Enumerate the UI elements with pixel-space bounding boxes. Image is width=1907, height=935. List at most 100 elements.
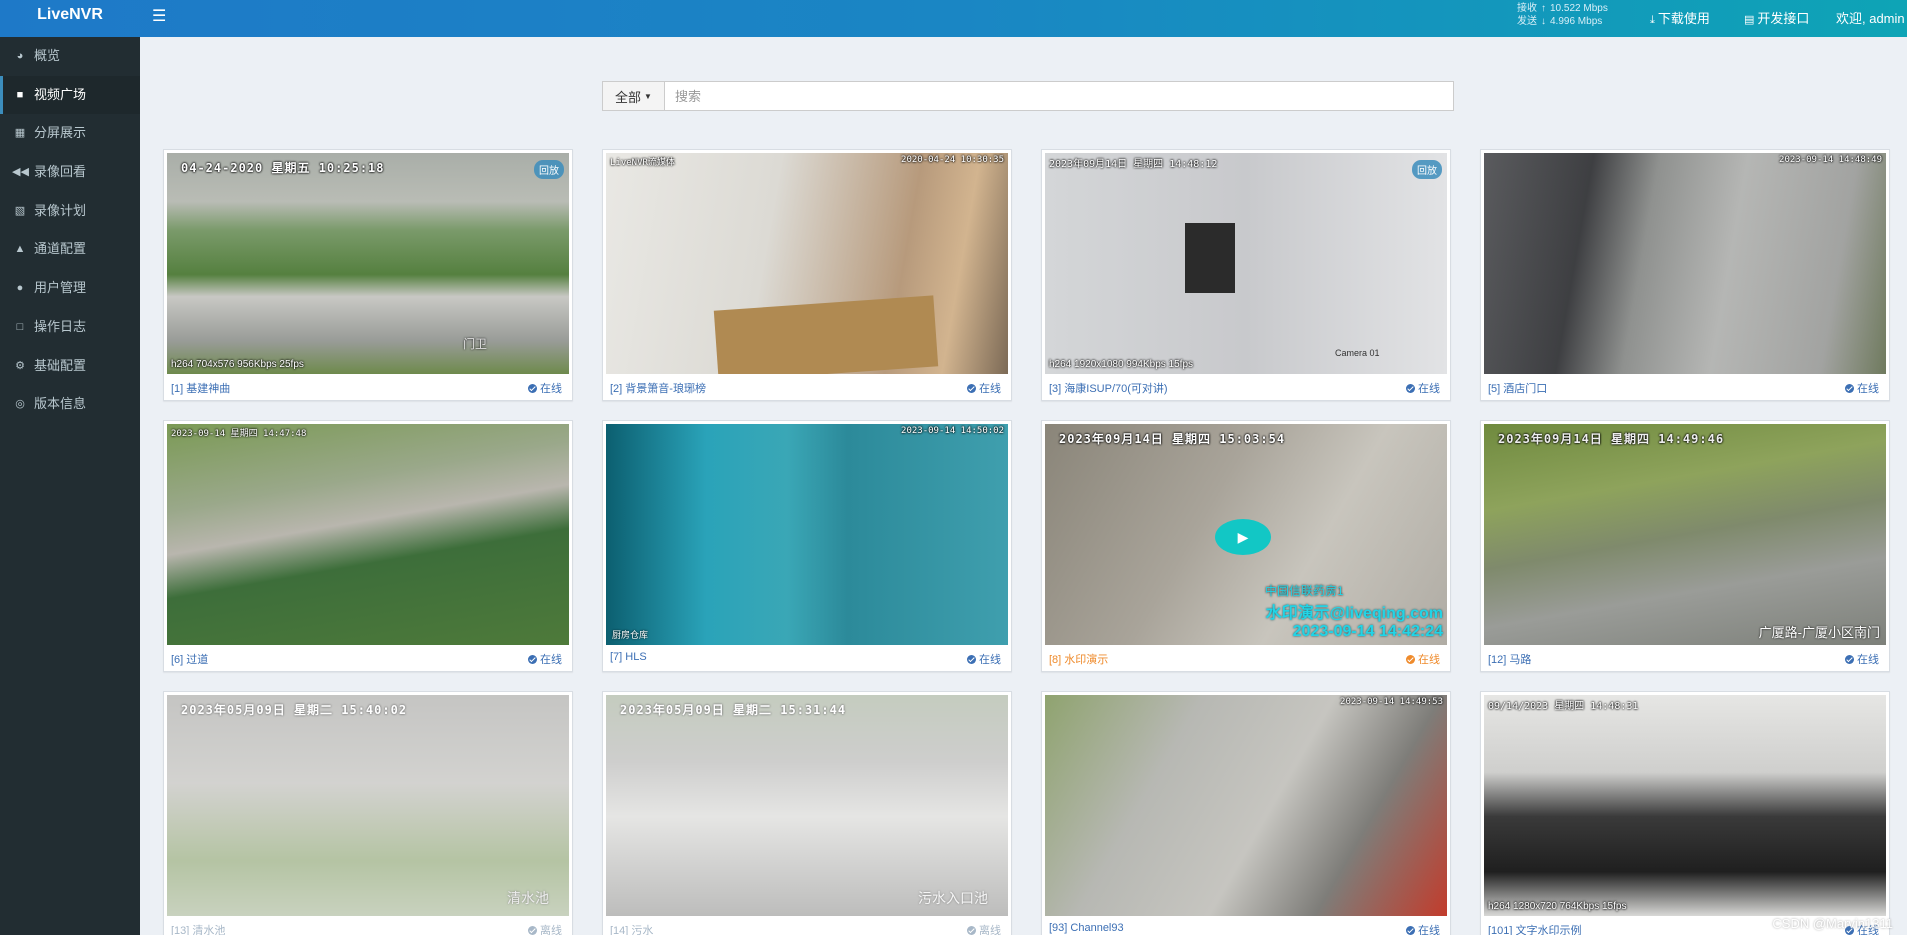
grid-icon: ▦ bbox=[14, 127, 26, 140]
filter-dropdown[interactable]: 全部 ▼ bbox=[602, 81, 665, 111]
channel-snapshot[interactable]: 2023-09-14 14:50:02 厨房仓库 bbox=[606, 424, 1008, 645]
caret-down-icon: ▼ bbox=[644, 91, 652, 101]
status-label: 在线 bbox=[540, 383, 562, 395]
channel-name[interactable]: [12] 马路 bbox=[1488, 651, 1531, 667]
sidebar-item-basic-config[interactable]: ⚙ 基础配置 bbox=[0, 347, 140, 386]
sidebar-item-user-management[interactable]: ● 用户管理 bbox=[0, 269, 140, 308]
watermark-line: 水印演示@liveqing.com bbox=[1265, 605, 1443, 622]
osd-timestamp: 2023年05月09日 星期二 15:40:02 bbox=[181, 703, 408, 717]
search-input[interactable] bbox=[665, 81, 1454, 111]
osd-timestamp: 2023-09-14 14:49:53 bbox=[1340, 697, 1443, 707]
osd-label: LiveNVR流媒体 bbox=[610, 158, 675, 168]
channel-card[interactable]: 04-24-2020 星期五 10:25:18 回放 门卫 h264 704x5… bbox=[163, 149, 573, 401]
channel-snapshot[interactable]: 04-24-2020 星期五 10:25:18 回放 门卫 h264 704x5… bbox=[167, 153, 569, 374]
playback-badge[interactable]: 回放 bbox=[1412, 160, 1442, 179]
play-icon[interactable]: ▶ bbox=[1215, 519, 1271, 555]
status-online: 在线 bbox=[1406, 922, 1440, 935]
document-icon: □ bbox=[16, 320, 24, 333]
channel-card[interactable]: 09/14/2023 星期四 14:48:31 h264 1280x720 76… bbox=[1480, 691, 1890, 935]
channel-card[interactable]: 2023-09-14 14:48:49 [5] 酒店门口 在线 bbox=[1480, 149, 1890, 401]
check-circle-icon bbox=[967, 384, 976, 393]
channel-name[interactable]: [2] 背景箫音-琅琊榜 bbox=[610, 380, 706, 396]
sidebar-item-playback[interactable]: ◀◀ 录像回看 bbox=[0, 153, 140, 192]
channel-snapshot[interactable]: 2023年05月09日 星期二 15:31:44 污水入口池 bbox=[606, 695, 1008, 916]
arrow-up-icon: ↑ bbox=[1541, 3, 1546, 14]
video-camera-icon: ■ bbox=[16, 88, 24, 101]
osd-label: Camera 01 bbox=[1335, 348, 1380, 358]
status-online: 在线 bbox=[1406, 380, 1440, 396]
sidebar-item-version-info[interactable]: ◎ 版本信息 bbox=[0, 385, 140, 424]
channel-snapshot[interactable]: 2023年09月14日 星期四 14:48:12 回放 Camera 01 h2… bbox=[1045, 153, 1447, 374]
status-label: 在线 bbox=[1857, 654, 1879, 666]
channel-name[interactable]: [5] 酒店门口 bbox=[1488, 380, 1547, 396]
sidebar-item-label: 录像回看 bbox=[34, 164, 87, 180]
channel-card[interactable]: 2023-09-14 14:50:02 厨房仓库 [7] HLS 在线 bbox=[602, 420, 1012, 672]
channel-card[interactable]: 2023年09月14日 星期四 14:48:12 回放 Camera 01 h2… bbox=[1041, 149, 1451, 401]
channel-name[interactable]: [3] 海康ISUP/70(可对讲) bbox=[1049, 380, 1168, 396]
osd-timestamp: 2023年05月09日 星期二 15:31:44 bbox=[620, 703, 847, 717]
tx-value: 4.996 Mbps bbox=[1550, 16, 1603, 27]
channel-card[interactable]: 2023年09月14日 星期四 15:03:54 ▶ 中国信联药房1 水印演示@… bbox=[1041, 420, 1451, 672]
channel-name[interactable]: [8] 水印演示 bbox=[1049, 651, 1108, 667]
osd-label: 中国信联药房1 bbox=[1265, 584, 1344, 598]
user-menu[interactable]: 欢迎, admin bbox=[1836, 8, 1905, 27]
channel-card[interactable]: LiveNVR流媒体 2020-04-24 10:30:35 [2] 背景箫音-… bbox=[602, 149, 1012, 401]
channel-snapshot[interactable]: 09/14/2023 星期四 14:48:31 h264 1280x720 76… bbox=[1484, 695, 1886, 916]
channel-card[interactable]: 2023年05月09日 星期二 15:31:44 污水入口池 [14] 污水 离… bbox=[602, 691, 1012, 935]
osd-timestamp: 2023-09-14 14:48:49 bbox=[1779, 155, 1882, 165]
codec-info: h264 1920x1080 994Kbps 15fps bbox=[1049, 359, 1194, 370]
watermark-line: 2023-09-14 14:42:24 bbox=[1292, 623, 1443, 640]
calendar-icon: ▧ bbox=[14, 204, 26, 217]
status-online: 在线 bbox=[967, 651, 1001, 667]
codec-info: h264 1280x720 764Kbps 15fps bbox=[1488, 901, 1627, 912]
channel-name[interactable]: [13] 清水池 bbox=[171, 922, 225, 935]
osd-timestamp: 2023年09月14日 星期四 14:48:12 bbox=[1049, 159, 1218, 170]
channel-snapshot[interactable]: 2023年05月09日 星期二 15:40:02 清水池 bbox=[167, 695, 569, 916]
playback-badge[interactable]: 回放 bbox=[534, 160, 564, 179]
check-circle-icon bbox=[1406, 655, 1415, 664]
channel-snapshot[interactable]: 2023年09月14日 星期四 14:49:46 广厦路-广厦小区南门 bbox=[1484, 424, 1886, 645]
sidebar-item-channel-config[interactable]: ▲ 通道配置 bbox=[0, 230, 140, 269]
channel-snapshot[interactable]: 2023-09-14 14:49:53 bbox=[1045, 695, 1447, 916]
status-label: 在线 bbox=[1418, 925, 1440, 935]
sidebar-item-split-screen[interactable]: ▦ 分屏展示 bbox=[0, 114, 140, 153]
api-label: 开发接口 bbox=[1757, 11, 1810, 26]
channel-snapshot[interactable]: 2023年09月14日 星期四 15:03:54 ▶ 中国信联药房1 水印演示@… bbox=[1045, 424, 1447, 645]
check-circle-icon bbox=[1406, 384, 1415, 393]
osd-timestamp: 04-24-2020 星期五 10:25:18 bbox=[181, 161, 385, 175]
sidebar-item-operation-log[interactable]: □ 操作日志 bbox=[0, 308, 140, 347]
status-online: 在线 bbox=[528, 380, 562, 396]
menu-toggle-icon[interactable]: ☰ bbox=[152, 6, 166, 26]
status-online: 在线 bbox=[528, 651, 562, 667]
osd-label: 门卫 bbox=[463, 337, 488, 351]
channel-card[interactable]: 2023年09月14日 星期四 14:49:46 广厦路-广厦小区南门 [12]… bbox=[1480, 420, 1890, 672]
rewind-icon: ◀◀ bbox=[12, 166, 29, 179]
channel-name[interactable]: [1] 基建神曲 bbox=[171, 380, 230, 396]
channel-name[interactable]: [14] 污水 bbox=[610, 922, 653, 935]
channel-card[interactable]: 2023年05月09日 星期二 15:40:02 清水池 [13] 清水池 离线 bbox=[163, 691, 573, 935]
sidebar-item-label: 概览 bbox=[34, 48, 61, 63]
channel-snapshot[interactable]: LiveNVR流媒体 2020-04-24 10:30:35 bbox=[606, 153, 1008, 374]
osd-timestamp: 2023-09-14 14:50:02 bbox=[901, 426, 1004, 436]
sidebar-item-overview[interactable]: ◕ 概览 bbox=[0, 37, 140, 76]
arrow-down-icon: ↓ bbox=[1541, 16, 1546, 27]
tx-label: 发送 bbox=[1517, 16, 1537, 27]
channel-name[interactable]: [6] 过道 bbox=[171, 651, 208, 667]
app-logo[interactable]: LiveNVR bbox=[0, 0, 140, 37]
sidebar-item-record-plan[interactable]: ▧ 录像计划 bbox=[0, 192, 140, 231]
bandwidth-stats: 接收 ↑ 10.522 Mbps 发送 ↓ 4.996 Mbps bbox=[1517, 2, 1608, 28]
channel-card[interactable]: 2023-09-14 星期四 14:47:48 [6] 过道 在线 bbox=[163, 420, 573, 672]
api-link[interactable]: ▤ 开发接口 bbox=[1744, 8, 1809, 27]
channel-card[interactable]: 2023-09-14 14:49:53 [93] Channel93 在线 bbox=[1041, 691, 1451, 935]
status-label: 在线 bbox=[979, 654, 1001, 666]
sidebar-item-label: 操作日志 bbox=[34, 318, 87, 334]
channel-name[interactable]: [101] 文字水印示例 bbox=[1488, 922, 1582, 935]
channel-name[interactable]: [7] HLS bbox=[610, 651, 647, 663]
channel-name[interactable]: [93] Channel93 bbox=[1049, 922, 1124, 934]
channel-snapshot[interactable]: 2023-09-14 星期四 14:47:48 bbox=[167, 424, 569, 645]
sidebar-item-label: 分屏展示 bbox=[34, 125, 87, 141]
check-circle-icon bbox=[528, 655, 537, 664]
channel-snapshot[interactable]: 2023-09-14 14:48:49 bbox=[1484, 153, 1886, 374]
download-link[interactable]: ⤓ 下载使用 bbox=[1650, 8, 1710, 27]
sidebar-item-video-square[interactable]: ■ 视频广场 bbox=[0, 75, 140, 115]
